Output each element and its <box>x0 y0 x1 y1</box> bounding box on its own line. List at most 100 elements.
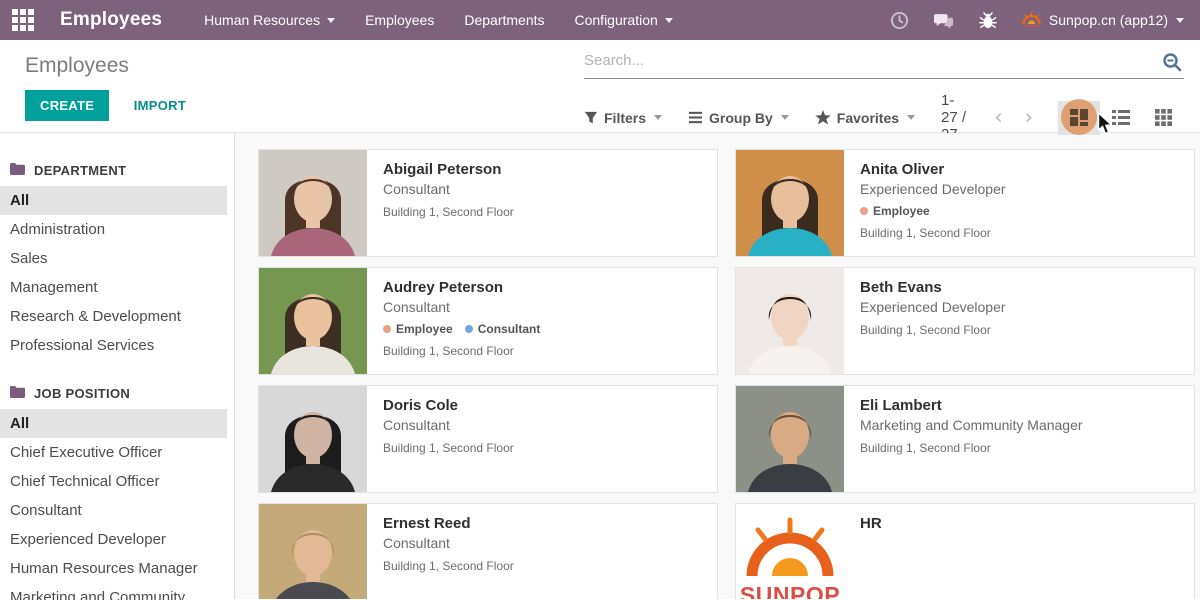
employee-location: Building 1, Second Floor <box>383 344 540 358</box>
employee-card[interactable]: Beth EvansExperienced DeveloperBuilding … <box>735 267 1195 375</box>
kanban-view-button[interactable] <box>1058 101 1100 135</box>
app-title: Employees <box>60 9 162 31</box>
employee-job-title: Consultant <box>383 181 514 197</box>
employee-name: Anita Oliver <box>860 161 1006 178</box>
control-panel: Employees CREATE IMPORT Filters Group By… <box>0 40 1200 133</box>
top-menu-item-2[interactable]: Departments <box>464 12 544 28</box>
employee-name: Ernest Reed <box>383 515 514 532</box>
sidebar-sections: DEPARTMENTAllAdministrationSalesManageme… <box>0 163 234 600</box>
list-view-button[interactable] <box>1100 101 1142 135</box>
employee-tag: Employee <box>383 322 453 336</box>
sidebar-filter-item[interactable]: Research & Development <box>0 302 227 331</box>
content-area: Abigail PetersonConsultantBuilding 1, Se… <box>235 133 1200 599</box>
group-by-icon <box>688 111 703 124</box>
sidebar-filter-item[interactable]: Chief Technical Officer <box>0 467 227 496</box>
debug-icon[interactable] <box>978 10 998 30</box>
sidebar-section: JOB POSITIONAllChief Executive OfficerCh… <box>0 386 234 600</box>
breadcrumb: Employees <box>25 54 186 78</box>
employee-location: Building 1, Second Floor <box>860 226 1006 240</box>
list-view-icon <box>1112 110 1130 125</box>
user-menu[interactable]: SUNPOP Sunpop.cn (app12) <box>1022 12 1184 28</box>
employee-job-title: Consultant <box>383 535 514 551</box>
top-menu-item-0[interactable]: Human Resources <box>204 12 335 28</box>
apps-menu-icon <box>12 9 34 31</box>
import-button[interactable]: IMPORT <box>134 98 186 113</box>
favorites-icon <box>815 110 831 125</box>
caret-down-icon <box>665 18 673 23</box>
employee-photo <box>736 268 844 374</box>
employee-card[interactable]: Ernest Reed Consultant Building 1, Second … <box>258 503 718 599</box>
top-menu: Human Resources Employees Departments Confi… <box>204 12 673 28</box>
sidebar-filter-item[interactable]: Chief Executive Officer <box>0 438 227 467</box>
activities-icon[interactable] <box>890 10 910 30</box>
employee-tag: Employee <box>860 204 930 218</box>
sidebar-filter-item[interactable]: Human Resources Manager <box>0 554 227 583</box>
employee-card[interactable]: Anita Oliver Experienced Developer Employe… <box>735 149 1195 257</box>
svg-text:SUNPOP: SUNPOP <box>740 582 840 599</box>
filter-sidebar: DEPARTMENTAllAdministrationSalesManageme… <box>0 133 235 599</box>
employee-name: Audrey Peterson <box>383 279 540 296</box>
employee-job-title: Experienced Developer <box>860 299 1006 315</box>
sidebar-filter-item[interactable]: Marketing and Community ... <box>0 583 227 600</box>
employee-location: Building 1, Second Floor <box>383 205 514 219</box>
employee-card[interactable]: Eli LambertMarketing and Community Manag… <box>735 385 1195 493</box>
pager-prev-button[interactable]: ‹ <box>985 107 1011 128</box>
employee-photo <box>259 386 367 492</box>
search-icon[interactable] <box>1162 52 1182 77</box>
group-by-dropdown[interactable]: Group By <box>688 110 789 126</box>
sidebar-filter-item[interactable]: Experienced Developer <box>0 525 227 554</box>
sidebar-filter-item[interactable]: Professional Services <box>0 331 227 360</box>
pager-next-button[interactable]: › <box>1016 107 1042 128</box>
employee-photo <box>259 150 367 256</box>
employee-card[interactable]: Audrey Peterson ConsultantEmployee Consult… <box>258 267 718 375</box>
employee-job-title: Marketing and Community Manager <box>860 417 1083 433</box>
messages-icon[interactable] <box>934 10 954 30</box>
top-menu-item-3[interactable]: Configuration <box>575 12 673 28</box>
employee-photo <box>259 504 367 599</box>
employee-photo <box>259 268 367 374</box>
sidebar-filter-item[interactable]: Consultant <box>0 496 227 525</box>
sidebar-section-title: JOB POSITION <box>0 386 234 409</box>
employee-job-title: Consultant <box>383 417 514 433</box>
folder-icon <box>10 386 25 401</box>
sidebar-filter-item[interactable]: Administration <box>0 215 227 244</box>
svg-text:SUNPOP: SUNPOP <box>1023 24 1040 28</box>
favorites-dropdown[interactable]: Favorites <box>815 110 915 126</box>
employee-name: HR <box>860 515 882 532</box>
view-switcher <box>1058 101 1184 135</box>
apps-menu-button[interactable] <box>0 0 46 40</box>
employee-grid: Abigail PetersonConsultantBuilding 1, Se… <box>258 149 1200 599</box>
company-logo: SUNPOP <box>736 504 844 599</box>
top-navbar: Employees Human Resources Employees Depart… <box>0 0 1200 40</box>
user-avatar: SUNPOP <box>1022 12 1041 28</box>
tag-dot-icon <box>383 325 391 333</box>
grid-view-button[interactable] <box>1142 101 1184 135</box>
employee-name: Beth Evans <box>860 279 1006 296</box>
create-button[interactable]: CREATE <box>25 90 109 121</box>
sidebar-filter-item[interactable]: All <box>0 186 227 215</box>
employee-name: Doris Cole <box>383 397 514 414</box>
kanban-view-icon <box>1070 109 1088 126</box>
sidebar-filter-item[interactable]: All <box>0 409 227 438</box>
sidebar-section: DEPARTMENTAllAdministrationSalesManageme… <box>0 163 234 360</box>
filters-dropdown[interactable]: Filters <box>584 110 662 126</box>
sidebar-section-title: DEPARTMENT <box>0 163 234 186</box>
grid-view-icon <box>1155 109 1172 126</box>
folder-icon <box>10 163 25 178</box>
employee-tags: Employee <box>860 204 1006 218</box>
employee-card[interactable]: Doris ColeConsultantBuilding 1, Second F… <box>258 385 718 493</box>
employee-location: Building 1, Second Floor <box>383 559 514 573</box>
user-name: Sunpop.cn (app12) <box>1049 12 1168 28</box>
employee-tag: Consultant <box>465 322 541 336</box>
search-input[interactable] <box>584 52 1184 69</box>
employee-card[interactable]: SUNPOP HR <box>735 503 1195 599</box>
sidebar-filter-item[interactable]: Sales <box>0 244 227 273</box>
user-caret-icon <box>1176 18 1184 23</box>
employee-tags: Employee Consultant <box>383 322 540 336</box>
employee-card[interactable]: Abigail PetersonConsultantBuilding 1, Se… <box>258 149 718 257</box>
employee-location: Building 1, Second Floor <box>860 441 1083 455</box>
employee-job-title: Experienced Developer <box>860 181 1006 197</box>
sidebar-filter-item[interactable]: Management <box>0 273 227 302</box>
top-menu-item-1[interactable]: Employees <box>365 12 434 28</box>
tag-dot-icon <box>860 207 868 215</box>
